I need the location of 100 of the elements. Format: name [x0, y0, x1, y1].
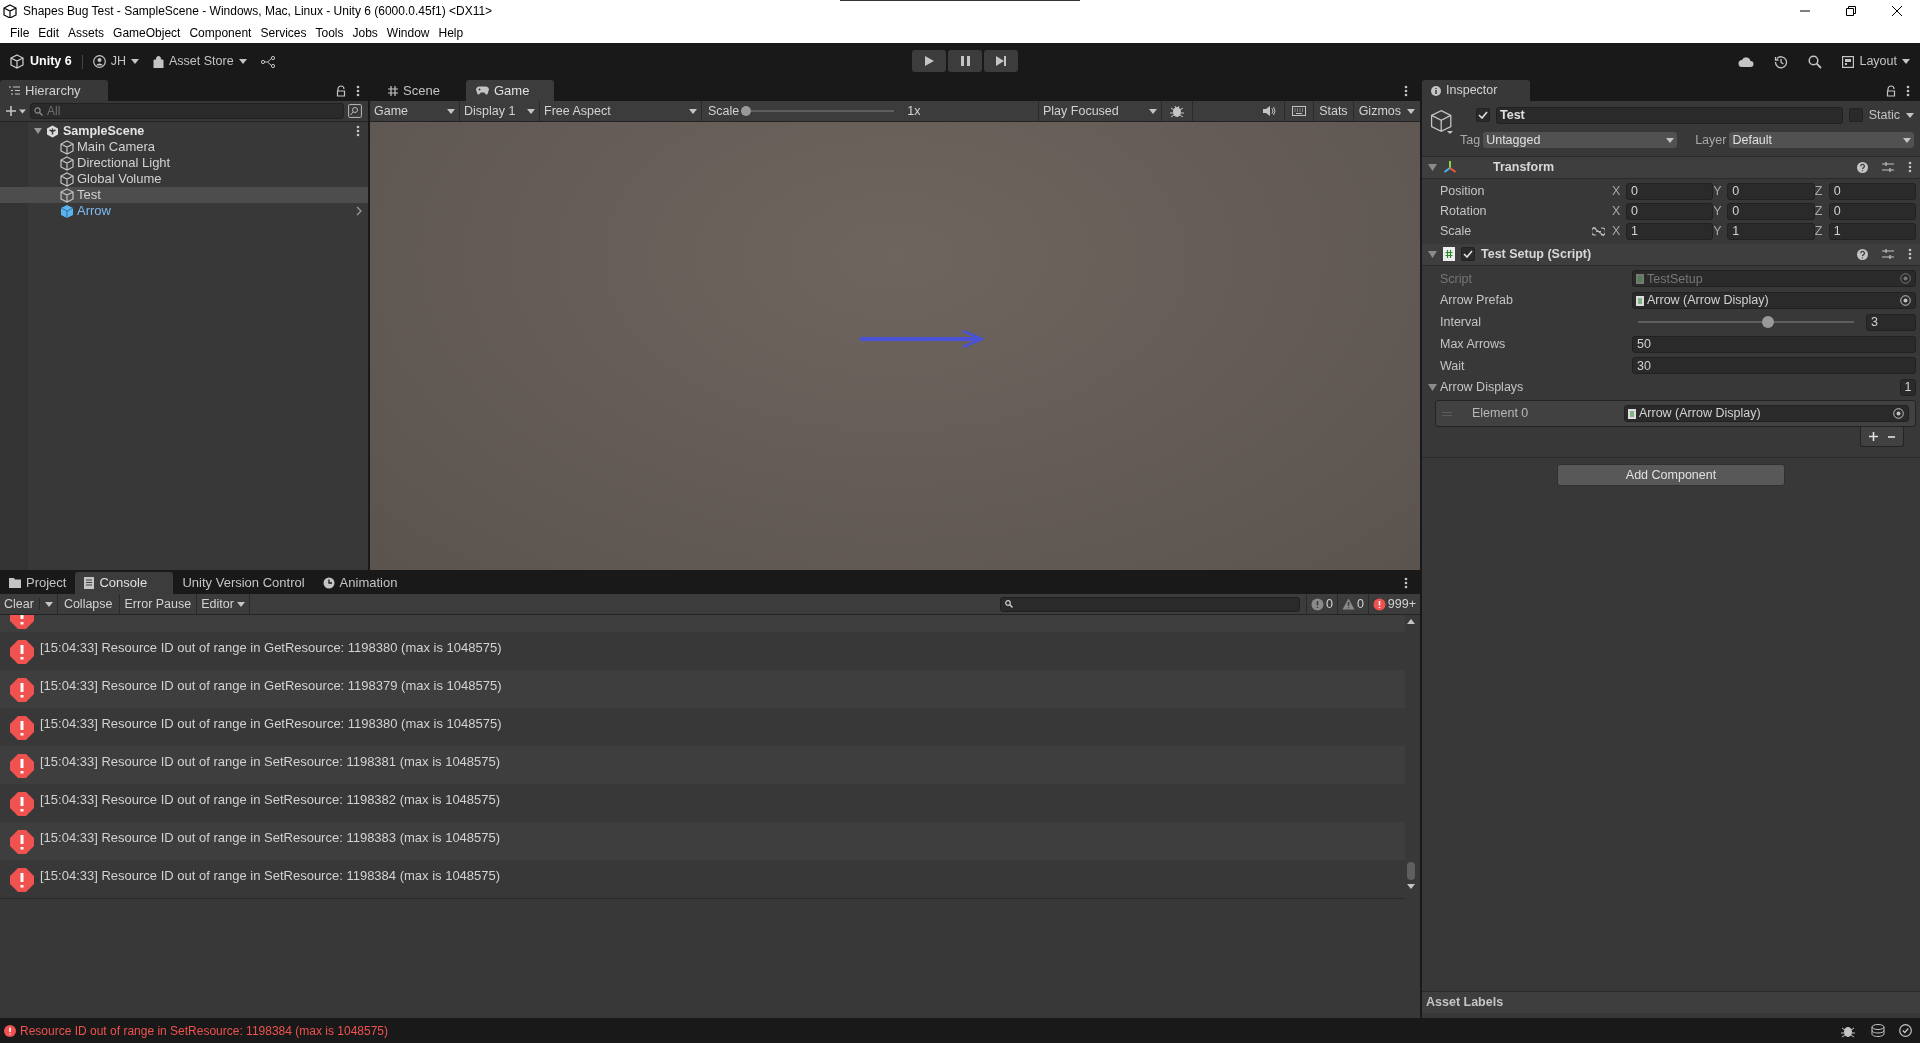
- scroll-thumb[interactable]: [1407, 862, 1415, 880]
- play-icon[interactable]: [912, 50, 946, 72]
- pause-icon[interactable]: [948, 50, 982, 72]
- enabled-checkbox[interactable]: [1461, 247, 1475, 261]
- aspect-dropdown[interactable]: Free Aspect: [540, 101, 702, 121]
- menu-item[interactable]: Assets: [64, 23, 109, 42]
- menu-item[interactable]: Services: [256, 23, 311, 42]
- hierarchy-item[interactable]: Global Volume: [0, 171, 368, 187]
- view-tab[interactable]: Game: [466, 80, 554, 101]
- object-field[interactable]: Arrow (Arrow Display): [1624, 405, 1909, 422]
- info-count-toggle[interactable]: 0: [1305, 594, 1337, 614]
- console-search-field[interactable]: [999, 596, 1300, 612]
- number-field[interactable]: 1: [1900, 379, 1916, 397]
- drag-handle-icon[interactable]: [1442, 411, 1452, 416]
- presets-icon[interactable]: [1882, 248, 1894, 260]
- cache-icon[interactable]: [1871, 1024, 1885, 1037]
- search-icon[interactable]: [1808, 54, 1823, 69]
- step-icon[interactable]: [984, 50, 1018, 72]
- hierarchy-item[interactable]: Test: [0, 187, 368, 203]
- panel-tab[interactable]: Animation: [313, 572, 407, 594]
- asset-labels-header[interactable]: Asset Labels: [1422, 991, 1920, 1013]
- menu-item[interactable]: Window: [382, 23, 434, 42]
- number-field[interactable]: 50: [1632, 335, 1916, 353]
- history-icon[interactable]: [1774, 54, 1789, 69]
- menu-item[interactable]: Component: [185, 23, 256, 42]
- number-field[interactable]: 0: [1828, 202, 1916, 220]
- expand-icon[interactable]: [1428, 249, 1437, 259]
- remove-icon[interactable]: [1888, 435, 1895, 438]
- number-field[interactable]: 0: [1727, 202, 1815, 220]
- caret-icon: [1903, 137, 1911, 143]
- scene-row[interactable]: SampleScene: [0, 123, 368, 139]
- search-field[interactable]: All: [30, 103, 344, 119]
- error-count-toggle[interactable]: 999+: [1367, 594, 1420, 614]
- log-entry[interactable]: [15:04:33] Resource ID out of range in SetResource: 1198381 (max is 1048575): [0, 746, 1405, 784]
- component-header[interactable]: Test Setup (Script): [1422, 243, 1920, 266]
- hierarchy-item[interactable]: Arrow: [0, 203, 368, 219]
- stats-button[interactable]: Stats: [1314, 101, 1354, 121]
- number-field[interactable]: 30: [1632, 357, 1916, 375]
- check-circle-icon[interactable]: [1899, 1024, 1912, 1037]
- object-field[interactable]: Arrow (Arrow Display): [1632, 292, 1916, 310]
- cloud-icon[interactable]: [1738, 56, 1755, 67]
- tag-dropdown[interactable]: Untagged: [1483, 132, 1678, 149]
- display-dropdown[interactable]: Display 1: [460, 101, 540, 121]
- menu-item[interactable]: Jobs: [348, 23, 382, 42]
- asset-store-button[interactable]: Asset Store: [152, 52, 247, 71]
- expand-icon[interactable]: [1428, 383, 1437, 393]
- warning-count-toggle[interactable]: 0: [1336, 594, 1368, 614]
- number-field[interactable]: 0: [1626, 202, 1714, 220]
- number-field[interactable]: 1: [1828, 222, 1916, 240]
- help-icon[interactable]: [1857, 161, 1868, 173]
- active-checkbox[interactable]: [1476, 108, 1490, 123]
- name-field[interactable]: Test: [1496, 106, 1843, 124]
- component-header[interactable]: Transform: [1422, 156, 1920, 179]
- hierarchy-item[interactable]: Directional Light: [0, 155, 368, 171]
- expand-icon[interactable]: [1428, 162, 1437, 172]
- number-field[interactable]: 3: [1866, 313, 1916, 331]
- log-entry[interactable]: [15:04:33] Resource ID out of range in GetResource: 1198379 (max is 1048575): [0, 670, 1405, 708]
- collapse-button[interactable]: Collapse: [57, 594, 120, 614]
- view-dropdown[interactable]: Game: [370, 101, 460, 121]
- add-component-button[interactable]: Add Component: [1557, 464, 1785, 486]
- log-entry[interactable]: [15:04:33] Resource ID out of range in SetResource: 1198383 (max is 1048575): [0, 822, 1405, 860]
- clear-button[interactable]: Clear: [0, 594, 58, 614]
- property-label: Arrow Prefab: [1440, 292, 1514, 310]
- error-pause-button[interactable]: Error Pause: [119, 594, 198, 614]
- menu-item[interactable]: GameObject: [109, 23, 185, 42]
- layout-button[interactable]: Layout: [1842, 52, 1910, 71]
- view-tab[interactable]: Scene: [378, 80, 466, 101]
- menu-item[interactable]: Edit: [34, 23, 64, 42]
- slider-thumb[interactable]: [1761, 316, 1774, 329]
- unlink-icon[interactable]: [1591, 226, 1605, 236]
- presets-icon[interactable]: [1882, 161, 1894, 173]
- search-options-icon[interactable]: [348, 104, 362, 118]
- menu-item[interactable]: Help: [434, 23, 468, 42]
- menu-item[interactable]: Tools: [311, 23, 348, 42]
- gizmos-button[interactable]: Gizmos: [1353, 101, 1420, 121]
- layer-dropdown[interactable]: Default: [1729, 132, 1914, 149]
- hierarchy-item[interactable]: Main Camera: [0, 139, 368, 155]
- menu-item[interactable]: File: [6, 23, 34, 42]
- number-field[interactable]: 1: [1626, 222, 1714, 240]
- slider-thumb[interactable]: [741, 106, 752, 116]
- number-field[interactable]: 0: [1828, 182, 1916, 200]
- help-icon[interactable]: [1857, 248, 1868, 260]
- account-button[interactable]: JH: [92, 52, 139, 71]
- cube-icon: [1430, 109, 1454, 135]
- panel-tab[interactable]: Unity Version Control: [173, 572, 314, 594]
- add-icon[interactable]: [6, 105, 26, 117]
- number-field[interactable]: 0: [1626, 182, 1714, 200]
- number-field[interactable]: 1: [1727, 222, 1815, 240]
- panel-tab[interactable]: Console: [75, 572, 174, 594]
- add-icon[interactable]: [1869, 432, 1878, 441]
- target-icon[interactable]: [1893, 408, 1904, 419]
- target-icon[interactable]: [1900, 295, 1911, 307]
- hierarchy-tab[interactable]: Hierarchy: [0, 80, 108, 101]
- panel-tab[interactable]: Project: [0, 572, 76, 594]
- bug-icon[interactable]: [1170, 104, 1184, 118]
- play-focused-dropdown[interactable]: Play Focused: [1038, 101, 1162, 121]
- editor-dropdown[interactable]: Editor: [197, 594, 250, 614]
- graph-icon[interactable]: [260, 55, 275, 68]
- inspector-tab[interactable]: Inspector: [1422, 80, 1530, 101]
- number-field[interactable]: 0: [1727, 182, 1815, 200]
